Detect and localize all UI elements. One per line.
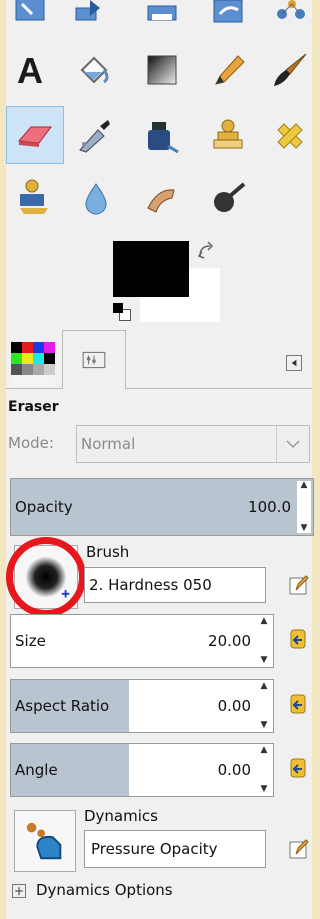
triangle-left-icon: [291, 359, 297, 367]
background-strip-right: [312, 0, 318, 919]
opacity-label: Opacity: [15, 498, 73, 516]
eraser-tool-icon[interactable]: [6, 106, 64, 164]
bucket-fill-tool-icon[interactable]: [72, 48, 116, 92]
pencil-tool-icon[interactable]: [206, 48, 250, 92]
opacity-value: 100.0: [248, 498, 291, 516]
crop-tool-icon[interactable]: [140, 0, 184, 38]
angle-reset-icon[interactable]: [285, 755, 311, 781]
size-label: Size: [15, 632, 46, 650]
palette-icon: [11, 342, 55, 386]
smudge-tool-icon[interactable]: [140, 176, 184, 220]
blend-tool-icon[interactable]: [140, 48, 184, 92]
airbrush-tool-icon[interactable]: [72, 114, 116, 158]
angle-slider[interactable]: Angle 0.00 ▲ ▼: [10, 743, 274, 797]
configure-tab-button[interactable]: [286, 355, 302, 371]
dodge-burn-tool-icon[interactable]: [206, 176, 250, 220]
paintbrush-tool-icon[interactable]: [268, 48, 312, 92]
size-slider[interactable]: Size 20.00 ▲ ▼: [10, 614, 274, 668]
mode-label: Mode:: [8, 434, 54, 452]
text-tool-icon[interactable]: A: [8, 48, 52, 92]
dynamics-name-value: Pressure Opacity: [91, 840, 218, 858]
ink-tool-icon[interactable]: [140, 114, 184, 158]
dynamics-preview-button[interactable]: [14, 810, 76, 872]
aspect-ratio-slider[interactable]: Aspect Ratio 0.00 ▲ ▼: [10, 679, 274, 733]
brush-name-field[interactable]: 2. Hardness 050: [84, 567, 266, 603]
opacity-spin-buttons[interactable]: ▲ ▼: [297, 481, 311, 533]
default-colors-icon[interactable]: [113, 303, 131, 321]
size-value: 20.00: [208, 632, 251, 650]
mode-select[interactable]: Normal: [76, 425, 310, 463]
palette-tab[interactable]: [6, 340, 60, 388]
move-tool-icon[interactable]: [68, 0, 112, 38]
edit-dynamics-icon[interactable]: [286, 836, 312, 862]
dynamics-label: Dynamics: [84, 807, 158, 825]
angle-spin-buttons[interactable]: ▲ ▼: [257, 746, 271, 794]
aspect-ratio-label: Aspect Ratio: [15, 697, 110, 715]
heal-tool-icon[interactable]: [268, 114, 312, 158]
brush-name-value: 2. Hardness 050: [89, 576, 212, 594]
mode-select-value: Normal: [81, 435, 136, 453]
tool-options-tab[interactable]: [62, 330, 126, 389]
tool-options-icon: [82, 351, 106, 369]
align-tool-icon[interactable]: [8, 0, 52, 38]
brush-label: Brush: [86, 543, 130, 561]
tool-options-title: Eraser: [8, 399, 59, 415]
gimp-toolbox-panel: A Eraser Mode: Normal Opacity 100.0 ▲ ▼ …: [0, 0, 318, 919]
highlight-circle: [6, 537, 86, 617]
svg-text:A: A: [17, 50, 43, 90]
aspect-ratio-value: 0.00: [217, 697, 251, 715]
aspect-ratio-reset-icon[interactable]: [285, 691, 311, 717]
clone-tool-icon[interactable]: [206, 114, 250, 158]
expander-plus-icon: +: [12, 884, 26, 898]
foreground-color-swatch[interactable]: [113, 241, 189, 297]
swap-colors-icon[interactable]: [196, 240, 218, 262]
size-spin-buttons[interactable]: ▲ ▼: [257, 617, 271, 665]
size-reset-icon[interactable]: [285, 626, 311, 652]
perspective-clone-tool-icon[interactable]: [12, 176, 56, 220]
rotate-tool-icon[interactable]: [206, 0, 250, 38]
cage-tool-icon[interactable]: [270, 0, 314, 38]
aspect-ratio-spin-buttons[interactable]: ▲ ▼: [257, 682, 271, 730]
blur-tool-icon[interactable]: [74, 176, 118, 220]
opacity-slider[interactable]: Opacity 100.0 ▲ ▼: [10, 478, 314, 536]
dynamics-options-expander[interactable]: + Dynamics Options: [12, 880, 272, 904]
dynamics-options-label: Dynamics Options: [36, 881, 173, 899]
angle-label: Angle: [15, 761, 58, 779]
edit-brush-icon[interactable]: [286, 572, 312, 598]
dynamics-name-field[interactable]: Pressure Opacity: [84, 830, 266, 868]
chevron-down-icon: [276, 426, 309, 462]
angle-value: 0.00: [217, 761, 251, 779]
